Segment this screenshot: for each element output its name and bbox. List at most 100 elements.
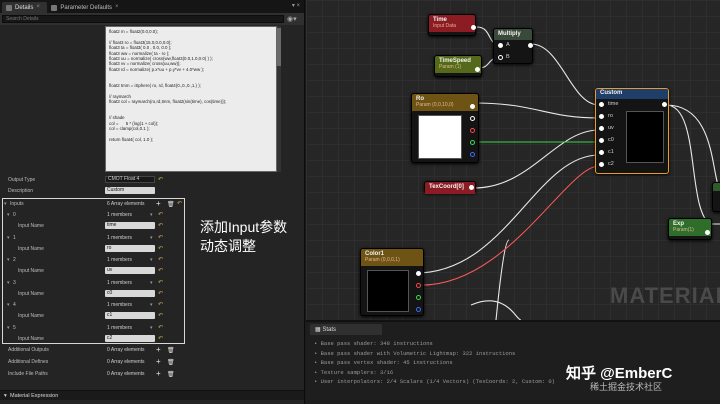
color-preview [418,115,462,159]
code-line: return float4( col, 1.0 ); [109,136,154,142]
node-texcoord-header: TexCoord[0] [425,182,475,194]
delete-all-icon[interactable]: 🗑 [167,347,175,356]
output-pin-g[interactable] [416,295,421,300]
additional-outputs-count: 0 Array elements [107,347,145,353]
description-row: Description Custom [0,186,300,197]
pin-b-label: B [506,54,510,60]
delete-all-icon[interactable]: 🗑 [167,359,175,368]
output-pin-rgb[interactable] [470,116,475,121]
output-pin-b[interactable] [470,152,475,157]
view-options-eye-icon[interactable]: ◉▾ [287,15,297,23]
output-pin[interactable] [705,230,710,235]
description-label: Description [8,188,34,194]
node-offscreen-header [713,183,720,191]
delete-all-icon[interactable]: 🗑 [167,371,175,380]
brand-subtitle: 稀土掘金技术社区 [590,382,663,392]
include-paths-label: Include File Paths [8,371,48,377]
node-timespeed[interactable]: TimeSpeed Param (1) [434,55,482,77]
output-pin-b[interactable] [416,307,421,312]
output-pin-g[interactable] [470,140,475,145]
output-pin[interactable] [471,25,476,30]
include-paths-row: Include File Paths 0 Array elements + 🗑 [0,369,300,380]
node-time[interactable]: Time Input Data [428,14,476,36]
node-ro[interactable]: Ro Param (0,0,10,0) [411,93,479,163]
node-timespeed-subtitle: Param (1) [439,64,462,70]
include-paths-count: 0 Array elements [107,371,145,377]
material-graph[interactable]: Time Input Data Multiply A B TimeSpeed P… [306,0,720,320]
code-scroll-thumb[interactable] [277,28,281,66]
custom-input-pin[interactable] [599,114,604,119]
stats-line: • Texture samplers: 3/16 [314,368,394,376]
details-icon [6,4,12,11]
output-pin[interactable] [528,43,533,48]
custom-pin-label: ro [608,113,613,119]
custom-pin-label: c0 [608,137,614,143]
code-textbox[interactable]: float2 m = float2(0.0,0.0);// float3 ro … [105,26,277,172]
add-element-button[interactable]: + [156,345,161,354]
node-exp[interactable]: Exp Param(1) [668,218,712,240]
custom-input-pin[interactable] [599,102,604,107]
node-exp-subtitle: Param(1) [673,227,694,233]
output-pin-r[interactable] [470,128,475,133]
stats-line: • Base pass vertex shader: 45 instructio… [314,359,453,366]
custom-input-pin[interactable] [599,138,604,143]
color-preview [367,270,409,312]
output-type-select[interactable]: CMOT Float 4 [105,176,155,183]
tab-menu-icon[interactable]: ▾ × [292,2,300,9]
node-color1[interactable]: Color1 Param (0,0,0,1) [360,248,424,316]
custom-input-pin[interactable] [599,150,604,155]
custom-input-pin[interactable] [599,162,604,167]
custom-input-pin[interactable] [599,126,604,131]
material-watermark: MATERIAL [610,283,720,308]
input-pin-b[interactable] [498,55,503,60]
output-pin-r[interactable] [416,283,421,288]
details-tabbar: Details × Parameter Defaults × ▾ × [0,0,304,13]
node-custom-title: Custom [600,90,623,96]
additional-defines-row: Additional Defines 0 Array elements + 🗑 [0,357,300,368]
tab-parameter-defaults[interactable]: Parameter Defaults × [47,2,126,13]
inputs-highlight-box [2,198,185,344]
search-details-input[interactable] [2,15,284,23]
tab-details-label: Details [15,4,34,11]
details-panel: Details × Parameter Defaults × ▾ × ◉▾ fl… [0,0,305,404]
material-expression-section[interactable]: ▾ Material Expression [0,390,304,400]
additional-defines-count: 0 Array elements [107,359,145,365]
additional-outputs-label: Additional Outputs [8,347,49,353]
annotation-line-2: 动态调整 [200,238,256,254]
code-scrollbar[interactable] [277,26,281,172]
reset-icon[interactable]: ↶ [158,176,163,183]
node-texcoord[interactable]: TexCoord[0] [424,181,476,194]
add-element-button[interactable]: + [156,369,161,378]
input-pin-a[interactable] [498,43,503,48]
description-field[interactable]: Custom [105,187,155,194]
tab-details[interactable]: Details × [2,2,48,13]
node-color1-header: Color1 Param (0,0,0,1) [361,249,423,266]
stats-line: • User interpolators: 2/4 Scalars (1/4 V… [314,378,555,385]
output-pin[interactable] [662,102,667,107]
custom-pin-label: uv [608,125,614,131]
node-multiply-title: Multiply [498,31,521,37]
tab-stats[interactable]: ▦ Stats [310,324,382,335]
stats-tab-label: Stats [322,327,337,333]
expand-arrow-icon[interactable]: ▾ [4,393,7,399]
output-pin[interactable] [475,67,480,72]
output-pin[interactable] [469,185,474,190]
node-texcoord-title: TexCoord[0] [429,184,464,190]
add-element-button[interactable]: + [156,357,161,366]
node-custom[interactable]: Custom time ro uv c0 c1 c2 [595,88,669,174]
output-pin-rgba[interactable] [470,104,475,109]
custom-pin-label: c2 [608,161,614,167]
output-pin-rgba[interactable] [416,271,421,276]
node-ro-subtitle: Param (0,0,10,0) [416,102,454,108]
close-icon[interactable]: × [36,4,41,10]
annotation-line-1: 添加Input参数 [200,219,288,235]
node-multiply[interactable]: Multiply A B [493,28,533,64]
node-offscreen[interactable] [712,182,720,212]
output-type-row: Output Type CMOT Float 4 ↶ [0,175,300,186]
tab-params-label: Parameter Defaults [60,4,113,11]
search-row: ◉▾ [0,13,304,25]
node-time-subtitle: Input Data [433,23,457,29]
stats-line: • Base pass shader with Volumetric Light… [314,349,516,357]
stats-line: • Base pass shader: 348 instructions [314,340,433,347]
close-icon[interactable]: × [115,4,120,10]
